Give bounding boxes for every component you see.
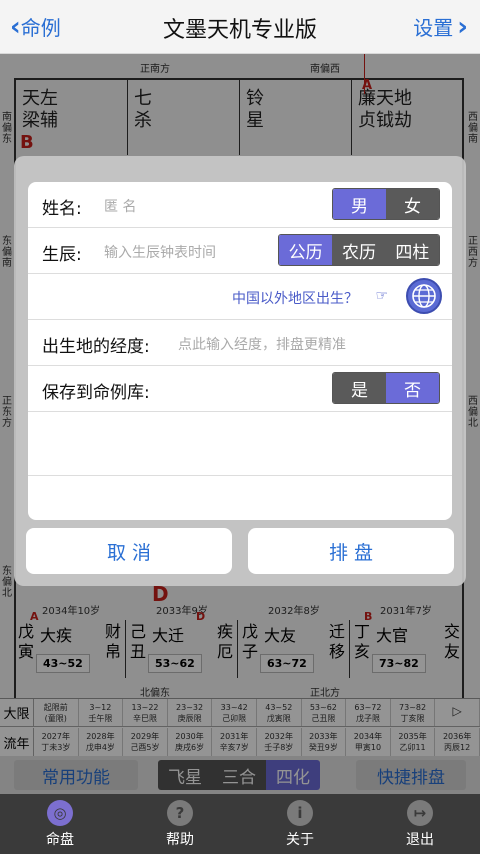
page-title: 文墨天机专业版 bbox=[162, 18, 317, 43]
save-row: 保存到命例库: 是 否 bbox=[28, 366, 452, 412]
pointing-hand-icon: ☞ bbox=[375, 288, 388, 304]
calendar-solar-option[interactable]: 公历 bbox=[279, 235, 333, 265]
longitude-row: 出生地的经度: 点此输入经度，排盘更精准 bbox=[28, 320, 452, 366]
nav-bar: ‹ 命例 文墨天机专业版 设置 › bbox=[0, 0, 480, 54]
name-label: 姓名: bbox=[42, 199, 82, 219]
new-chart-dialog: 姓名: 匿 名 男 女 生辰: 输入生辰钟表时间 公历 农历 四柱 中国以外地区… bbox=[14, 156, 466, 586]
save-label: 保存到命例库: bbox=[42, 383, 150, 403]
tab-bar: ◎ 命盘 ? 帮助 i 关于 ↦ 退出 bbox=[0, 794, 480, 854]
calendar-lunar-option[interactable]: 农历 bbox=[332, 235, 386, 265]
tab-help[interactable]: ? 帮助 bbox=[120, 794, 240, 854]
tab-label: 命盘 bbox=[46, 831, 74, 848]
compass-icon: ◎ bbox=[47, 799, 73, 826]
name-row: 姓名: 匿 名 男 女 bbox=[28, 182, 452, 228]
birth-time-field[interactable]: 输入生辰钟表时间 bbox=[104, 242, 216, 262]
exit-icon: ↦ bbox=[407, 799, 433, 826]
gender-male-option[interactable]: 男 bbox=[333, 189, 386, 219]
abroad-birth-link[interactable]: 中国以外地区出生？ bbox=[232, 288, 358, 308]
dialog-form: 姓名: 匿 名 男 女 生辰: 输入生辰钟表时间 公历 农历 四柱 中国以外地区… bbox=[28, 182, 452, 520]
save-no-option[interactable]: 否 bbox=[386, 373, 439, 403]
tab-label: 关于 bbox=[286, 831, 314, 848]
calendar-segmented-control: 公历 农历 四柱 bbox=[278, 234, 440, 266]
longitude-field[interactable]: 点此输入经度，排盘更精准 bbox=[178, 334, 346, 354]
birth-row: 生辰: 输入生辰钟表时间 公历 农历 四柱 bbox=[28, 228, 452, 274]
gender-segmented-control: 男 女 bbox=[332, 188, 440, 220]
settings-label: 设置 bbox=[413, 16, 454, 40]
settings-button[interactable]: 设置 › bbox=[413, 12, 468, 41]
globe-icon[interactable] bbox=[406, 278, 442, 314]
tab-label: 退出 bbox=[406, 831, 434, 848]
tab-label: 帮助 bbox=[166, 831, 194, 848]
save-segmented-control: 是 否 bbox=[332, 372, 440, 404]
calendar-pillars-option[interactable]: 四柱 bbox=[385, 235, 439, 265]
chevron-right-icon: › bbox=[457, 11, 468, 42]
save-yes-option[interactable]: 是 bbox=[333, 373, 386, 403]
abroad-row: 中国以外地区出生？ ☞ bbox=[28, 274, 452, 320]
tab-about[interactable]: i 关于 bbox=[240, 794, 360, 854]
info-icon: i bbox=[287, 799, 313, 826]
longitude-label: 出生地的经度: bbox=[42, 337, 150, 357]
tab-chart[interactable]: ◎ 命盘 bbox=[0, 794, 120, 854]
name-field[interactable]: 匿 名 bbox=[104, 196, 136, 216]
submit-chart-button[interactable]: 排 盘 bbox=[248, 528, 454, 574]
empty-row bbox=[28, 412, 452, 476]
birth-label: 生辰: bbox=[42, 245, 82, 265]
help-icon: ? bbox=[167, 799, 193, 826]
gender-female-option[interactable]: 女 bbox=[386, 189, 439, 219]
cancel-button[interactable]: 取 消 bbox=[26, 528, 232, 574]
tab-exit[interactable]: ↦ 退出 bbox=[360, 794, 480, 854]
